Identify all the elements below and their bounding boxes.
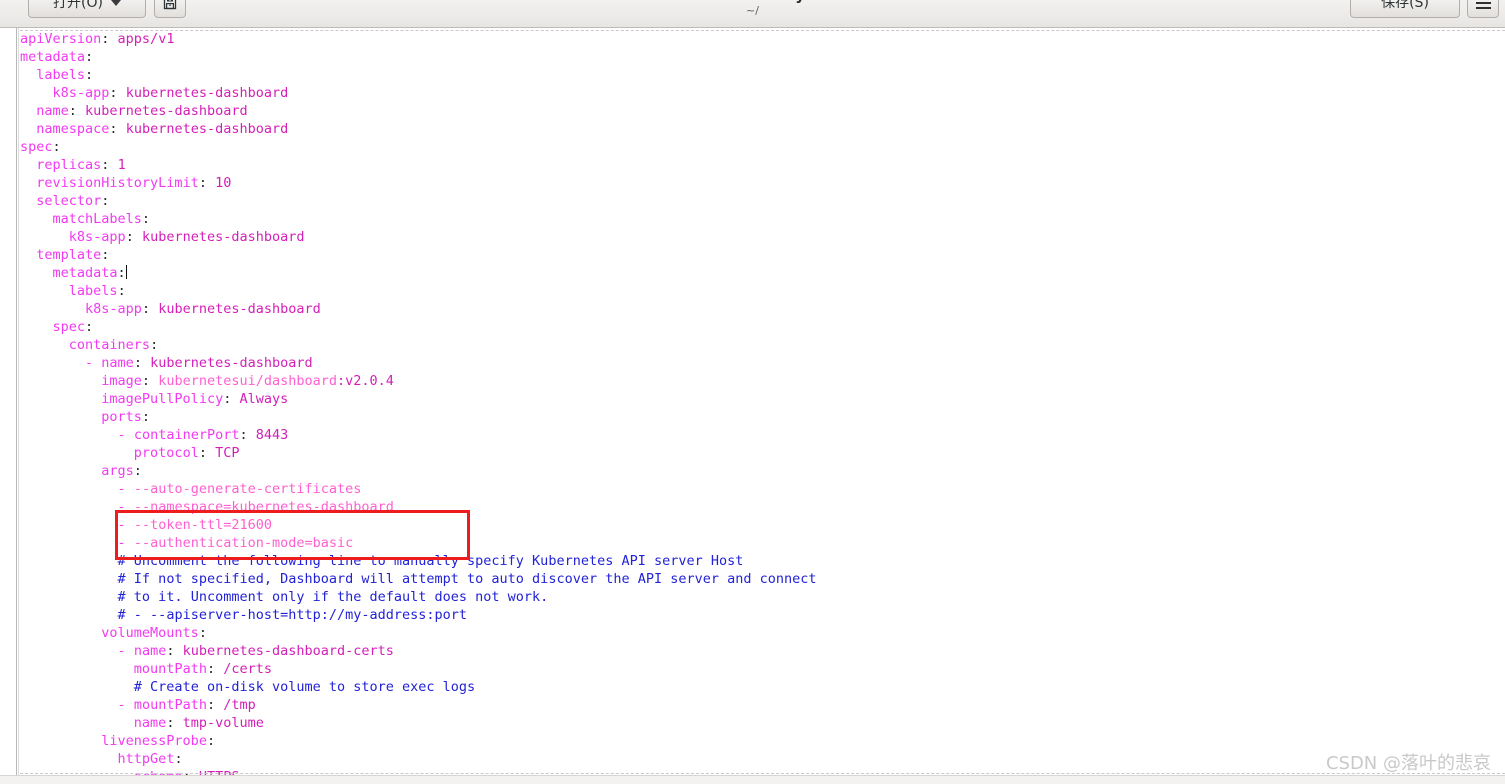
save-as-button[interactable] — [154, 0, 186, 18]
editor-line: k8s-app: kubernetes-dashboard — [68, 229, 305, 245]
editor-line: # - --apiserver-host=http://my-address:p… — [117, 607, 468, 623]
editor-line: apiVersion: apps/v1 — [20, 31, 175, 47]
chevron-down-icon — [110, 0, 121, 6]
editor-line: volumeMounts: — [101, 625, 207, 641]
window-title-block: recommended.yaml ~/ — [0, 0, 1505, 17]
editor-line: protocol: TCP — [133, 445, 240, 461]
editor-line: labels: — [36, 67, 94, 83]
editor-line: revisionHistoryLimit: 10 — [36, 175, 232, 191]
editor-line: name: kubernetes-dashboard — [36, 103, 248, 119]
editor-line: ports: — [101, 409, 151, 425]
save-as-icon — [162, 0, 178, 11]
editor-line: livenessProbe: — [101, 733, 216, 749]
editor-line: - name: kubernetes-dashboard-certs — [117, 643, 394, 659]
editor-line: k8s-app: kubernetes-dashboard — [85, 301, 321, 317]
editor-line: - --authentication-mode=basic — [117, 535, 354, 551]
editor-line: k8s-app: kubernetes-dashboard — [52, 85, 289, 101]
editor-line: - mountPath: /tmp — [117, 697, 256, 713]
editor-line: image: kubernetesui/dashboard:v2.0.4 — [101, 373, 394, 389]
editor-line: metadata: — [52, 265, 127, 281]
editor-line: mountPath: /certs — [133, 661, 272, 677]
editor-line: labels: — [68, 283, 126, 299]
editor-bottom-strip — [0, 775, 1505, 784]
editor-line: # Create on-disk volume to store exec lo… — [133, 679, 476, 695]
toolbar-right-group: 保存(S) — [1350, 0, 1499, 18]
editor-line: - name: kubernetes-dashboard — [85, 355, 313, 371]
editor-line: spec: — [20, 139, 61, 155]
editor-left-gutter-border-inner — [18, 28, 19, 784]
text-editor-view[interactable]: apiVersion: apps/v1 metadata: labels: k8s… — [0, 28, 1505, 784]
editor-line: - --auto-generate-certificates — [117, 481, 362, 497]
editor-line: spec: — [52, 319, 94, 335]
main-menu-button[interactable] — [1467, 0, 1499, 18]
editor-line: imagePullPolicy: Always — [101, 391, 289, 407]
editor-line: metadata: — [20, 49, 94, 65]
save-button[interactable]: 保存(S) — [1350, 0, 1460, 18]
editor-line: # to it. Uncomment only if the default d… — [117, 589, 549, 605]
editor-line: httpGet: — [117, 751, 183, 767]
editor-line: matchLabels: — [52, 211, 151, 227]
editor-code-content[interactable]: apiVersion: apps/v1 metadata: labels: k8s… — [20, 30, 817, 784]
window-title: recommended.yaml — [0, 0, 1505, 4]
window-header-bar: 打开(O) recommended.yaml ~/ 保存(S) — [0, 0, 1505, 28]
toolbar-left-group: 打开(O) — [28, 0, 186, 18]
hamburger-menu-icon — [1475, 0, 1491, 9]
open-button[interactable]: 打开(O) — [28, 0, 146, 18]
editor-bottom-separator — [20, 773, 1505, 774]
editor-line: args: — [101, 463, 142, 479]
editor-line: - --namespace=kubernetes-dashboard — [117, 499, 394, 515]
editor-line: replicas: 1 — [36, 157, 126, 173]
editor-line: - --token-ttl=21600 — [117, 517, 272, 533]
editor-line: - containerPort: 8443 — [117, 427, 289, 443]
editor-left-gutter-border — [16, 28, 17, 784]
editor-line: # If not specified, Dashboard will attem… — [117, 571, 817, 587]
editor-line: template: — [36, 247, 110, 263]
editor-line: name: tmp-volume — [133, 715, 264, 731]
open-button-label: 打开(O) — [53, 0, 103, 11]
csdn-watermark: CSDN @落叶的悲哀 — [1325, 753, 1491, 774]
save-button-label: 保存(S) — [1381, 0, 1429, 11]
editor-line: # Uncomment the following line to manual… — [117, 553, 744, 569]
editor-line: containers: — [68, 337, 159, 353]
editor-line: namespace: kubernetes-dashboard — [36, 121, 289, 137]
editor-line: selector: — [36, 193, 110, 209]
window-subtitle-path: ~/ — [746, 4, 759, 17]
